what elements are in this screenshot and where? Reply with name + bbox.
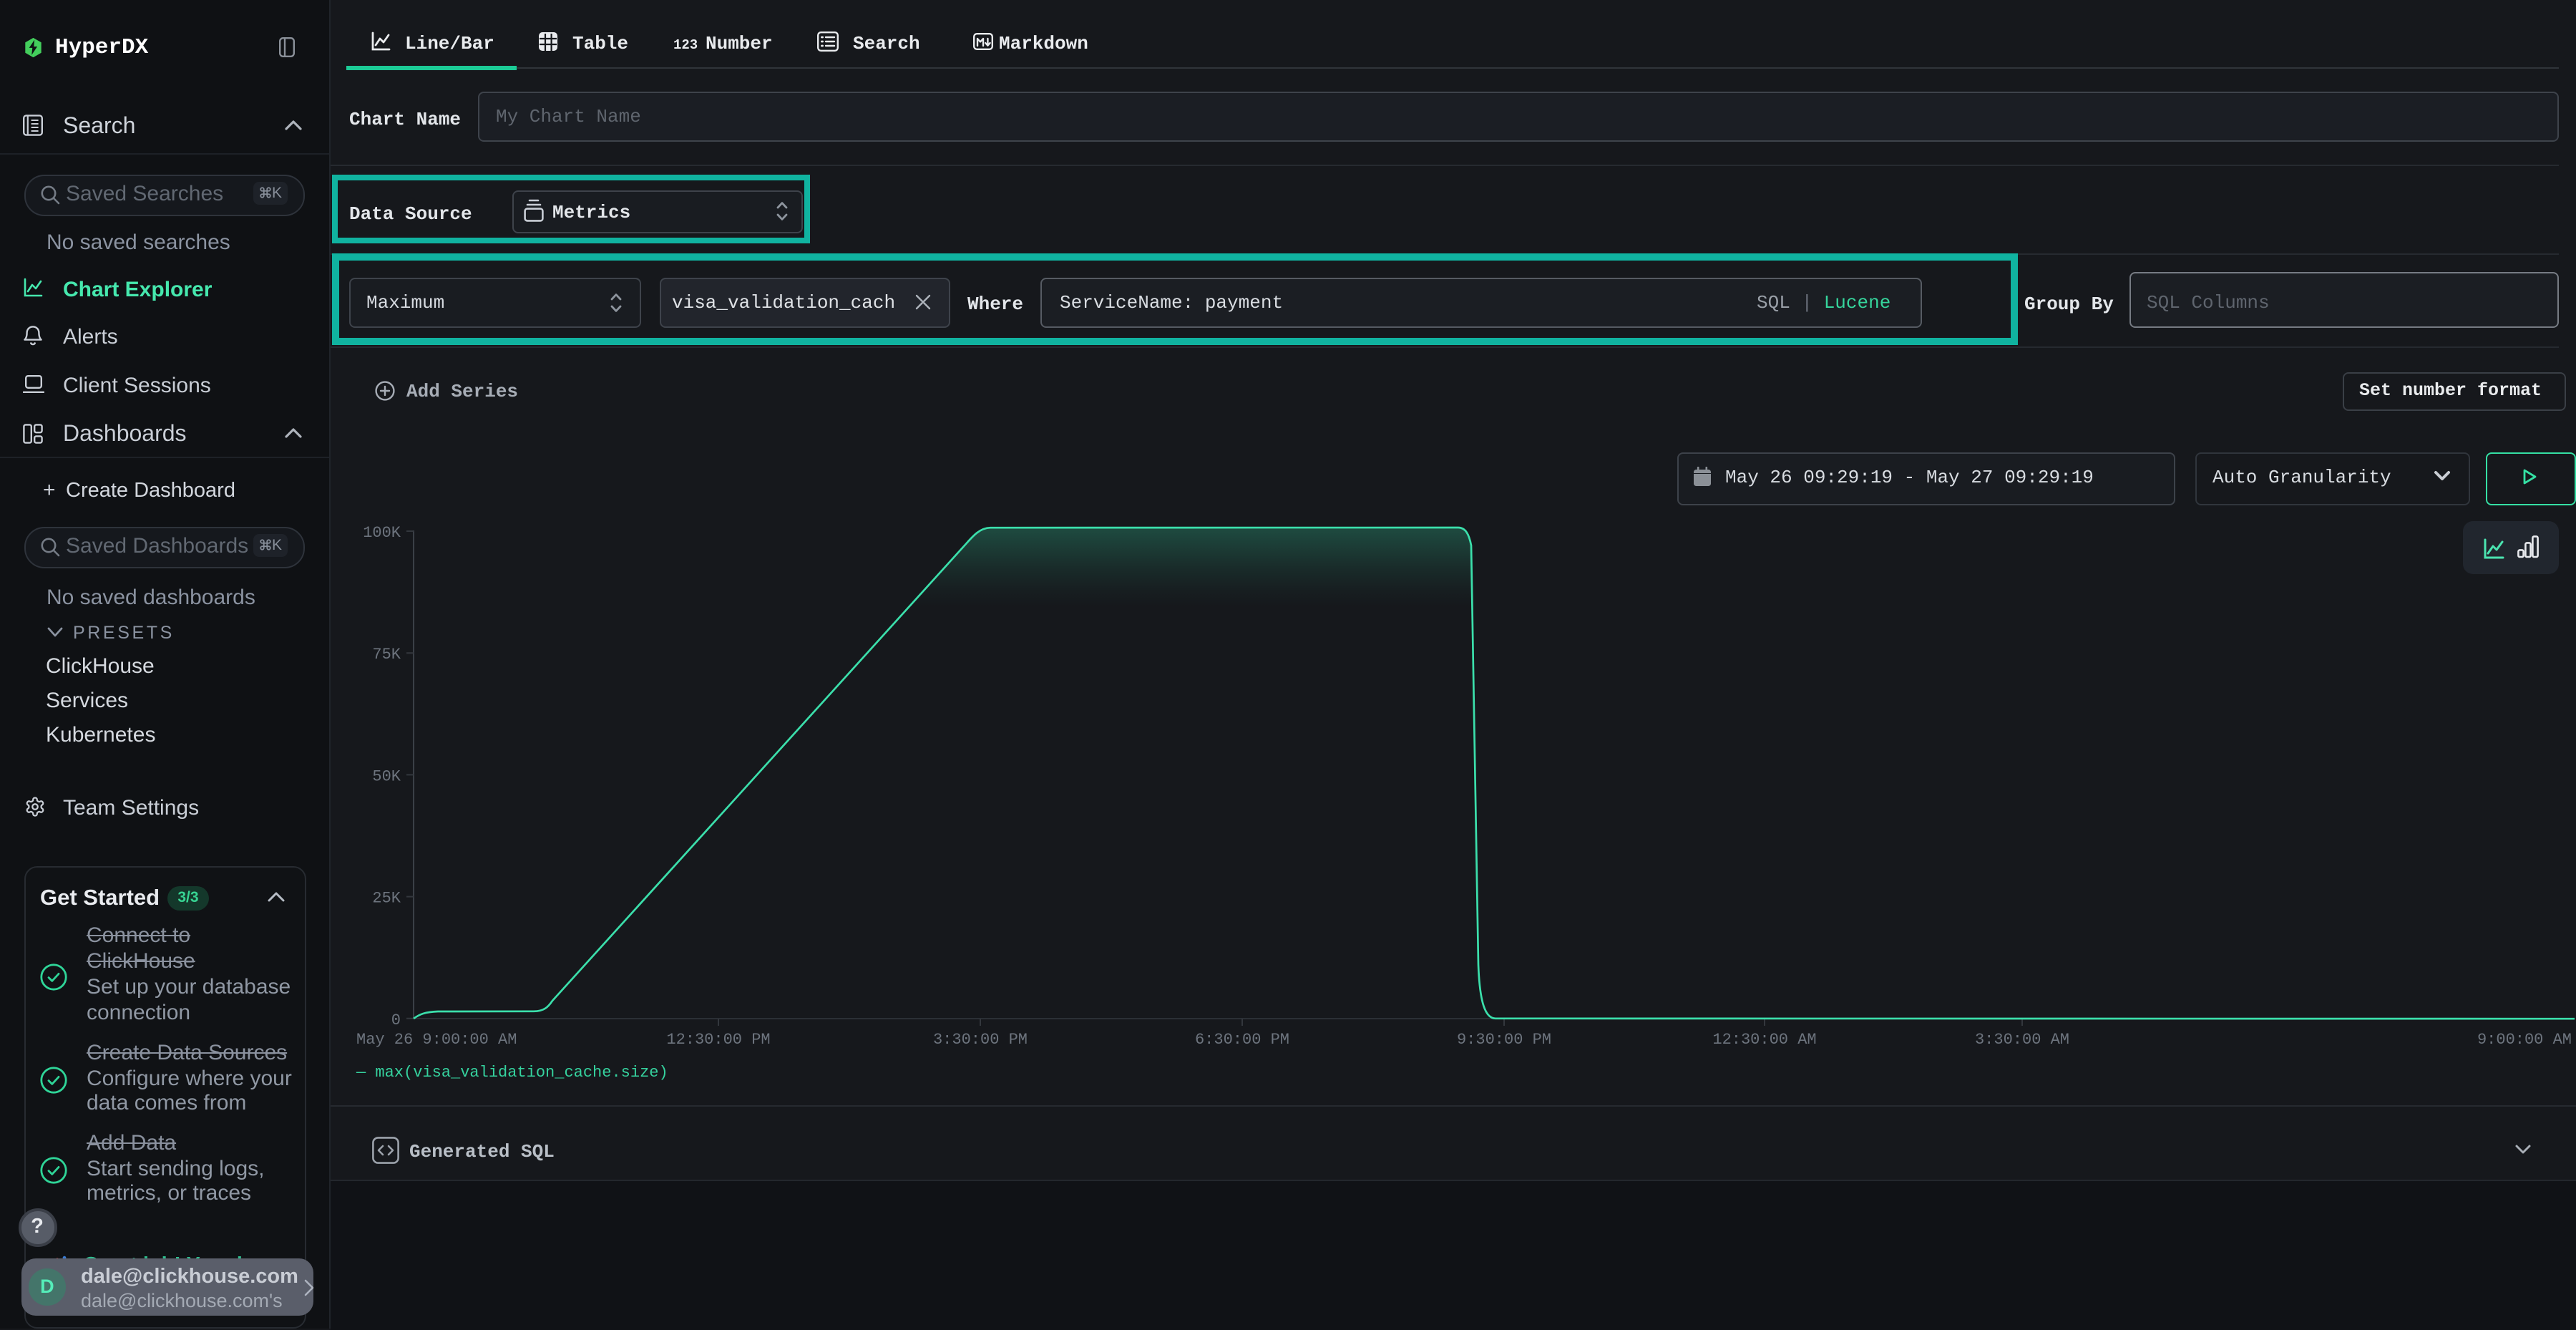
svg-text:May 26 9:00:00 AM: May 26 9:00:00 AM — [356, 1031, 516, 1049]
svg-text:75K: 75K — [371, 646, 400, 664]
svg-text:100K: 100K — [362, 524, 401, 542]
svg-text:25K: 25K — [371, 890, 400, 908]
svg-text:— max(visa_validation_cache.si: — max(visa_validation_cache.size) — [355, 1064, 668, 1082]
svg-text:6:30:00 PM: 6:30:00 PM — [1194, 1031, 1289, 1049]
svg-text:9:30:00 PM: 9:30:00 PM — [1456, 1031, 1551, 1049]
svg-text:9:00:00 AM: 9:00:00 AM — [2477, 1031, 2571, 1049]
svg-text:12:30:00 PM: 12:30:00 PM — [665, 1031, 769, 1049]
svg-text:0: 0 — [391, 1011, 400, 1029]
svg-text:3:30:00 AM: 3:30:00 AM — [1974, 1031, 2069, 1049]
svg-text:12:30:00 AM: 12:30:00 AM — [1712, 1031, 1815, 1049]
svg-text:50K: 50K — [371, 767, 400, 785]
svg-text:3:30:00 PM: 3:30:00 PM — [932, 1031, 1027, 1049]
